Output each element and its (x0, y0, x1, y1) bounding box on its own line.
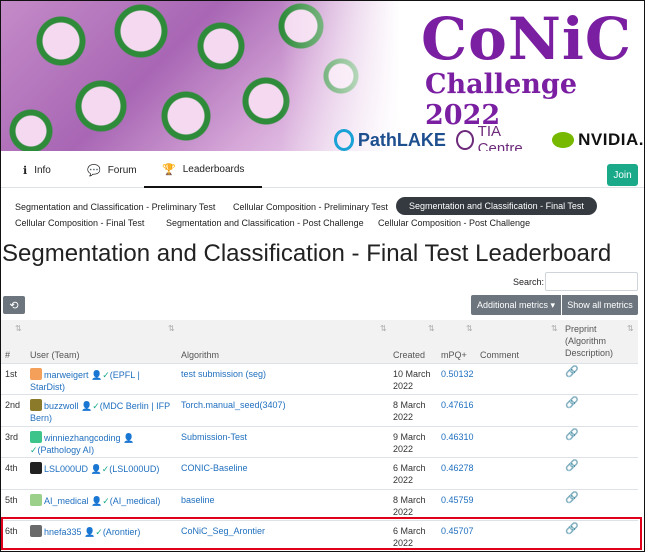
user-cell: winniezhangcoding 👤✓(Pathology AI) (30, 431, 175, 456)
algorithm-link[interactable]: Torch.manual_seed(3407) (181, 399, 286, 411)
sort-icon[interactable]: ⇅ (466, 324, 473, 333)
link-icon[interactable]: 🔗 (565, 366, 579, 378)
info-icon: ℹ (23, 164, 28, 177)
created-cell: 9 March 2022 (393, 432, 426, 454)
table-row: 1st marweigert 👤✓(EPFL | StarDist) test su… (1, 364, 638, 395)
col-user[interactable]: User (Team) (30, 349, 80, 361)
subtab-seg-class-final[interactable]: Segmentation and Classification - Final … (396, 197, 597, 215)
mpq-link[interactable]: 0.47616 (441, 399, 474, 411)
sort-icon[interactable]: ⇅ (380, 324, 387, 333)
tia-logo-icon (455, 130, 474, 150)
highlight-box (1, 517, 642, 550)
rank-cell: 4th (5, 463, 18, 473)
pathlake-logo: PathLAKE (357, 129, 446, 150)
tia-logo: TIA Centre (477, 123, 523, 151)
username-link[interactable]: winniezhangcoding (44, 433, 121, 443)
user-check-icon: 👤✓ (91, 370, 110, 380)
user-cell: buzzwoll 👤✓(MDC Berlin | IFP Bern) (30, 399, 175, 424)
nvidia-logo: NVIDIA. (578, 130, 644, 149)
table-row: 3rd winniezhangcoding 👤✓(Pathology AI) Sub… (1, 427, 638, 458)
user-check-icon: 👤✓ (91, 496, 110, 506)
user-cell: marweigert 👤✓(EPFL | StarDist) (30, 368, 175, 393)
tab-forum[interactable]: 💬 Forum (87, 152, 137, 188)
username-link[interactable]: marweigert (44, 370, 89, 380)
rank-cell: 3rd (5, 432, 19, 442)
subtab-cell-comp-final[interactable]: Cellular Composition - Final Test (2, 214, 157, 232)
mpq-link[interactable]: 0.46278 (441, 462, 474, 474)
sort-icon[interactable]: ⇅ (15, 324, 22, 333)
col-comment[interactable]: Comment (480, 349, 519, 361)
created-cell: 8 March 2022 (393, 495, 426, 517)
sponsor-logos: PathLAKE TIA Centre NVIDIA. (334, 123, 644, 151)
user-cell: LSL000UD 👤✓(LSL000UD) (30, 462, 175, 475)
algorithm-link[interactable]: CONIC-Baseline (181, 462, 248, 474)
challenge-banner: CoNiC Challenge 2022 PathLAKE TIA Centre… (1, 1, 644, 151)
user-check-icon: 👤✓ (81, 401, 100, 411)
sort-icon[interactable]: ⇅ (428, 324, 435, 333)
team-link[interactable]: (LSL000UD) (109, 464, 159, 474)
username-link[interactable]: AI_medical (44, 496, 89, 506)
link-icon[interactable]: 🔗 (565, 429, 579, 441)
mpq-link[interactable]: 0.50132 (441, 368, 474, 380)
algorithm-link[interactable]: Submission-Test (181, 431, 247, 443)
rank-cell: 5th (5, 495, 18, 505)
col-preprint[interactable]: Preprint (Algorithm Description) (565, 323, 631, 359)
table-row: 2nd buzzwoll 👤✓(MDC Berlin | IFP Bern) Tor… (1, 395, 638, 427)
user-avatar (30, 494, 42, 506)
col-rank[interactable]: # (5, 349, 10, 361)
algorithm-link[interactable]: test submission (seg) (181, 368, 266, 380)
table-row: 4th LSL000UD 👤✓(LSL000UD) CONIC-Baseline 6 … (1, 458, 638, 490)
rank-cell: 1st (5, 369, 18, 379)
algorithm-link[interactable]: baseline (181, 494, 215, 506)
comments-icon: 💬 (87, 164, 101, 177)
username-link[interactable]: buzzwoll (44, 401, 79, 411)
trophy-icon: 🏆 (162, 163, 176, 176)
col-created[interactable]: Created (393, 349, 425, 361)
col-algorithm[interactable]: Algorithm (181, 349, 219, 361)
col-mpq[interactable]: mPQ+ (441, 349, 467, 361)
team-link[interactable]: (AI_medical) (110, 496, 161, 506)
sort-icon[interactable]: ⇅ (168, 324, 175, 333)
team-link[interactable]: (Pathology AI) (38, 445, 95, 455)
user-check-icon: 👤✓ (90, 464, 110, 474)
mpq-link[interactable]: 0.46310 (441, 431, 474, 443)
mpq-link[interactable]: 0.45759 (441, 494, 474, 506)
join-button[interactable]: Join (607, 164, 638, 186)
banner-subtitle: Challenge 2022 (425, 69, 577, 131)
created-cell: 10 March 2022 (393, 369, 431, 391)
user-avatar (30, 399, 42, 411)
page-title: Segmentation and Classification - Final … (2, 240, 612, 267)
link-icon[interactable]: 🔗 (565, 460, 579, 472)
user-avatar (30, 368, 42, 380)
link-icon[interactable]: 🔗 (565, 397, 579, 409)
banner-title: CoNiC (421, 5, 633, 73)
subtab-cell-comp-post[interactable]: Cellular Composition - Post Challenge (365, 214, 543, 232)
additional-metrics-dropdown[interactable]: Additional metrics ▾ (471, 295, 561, 315)
nvidia-logo-icon (551, 132, 575, 148)
user-avatar (30, 462, 42, 474)
main-nav-tabs: ℹ Info 💬 Forum 🏆 Leaderboards (1, 152, 644, 188)
link-icon[interactable]: 🔗 (565, 492, 579, 504)
search-label: Search: (513, 277, 545, 287)
user-cell: AI_medical 👤✓(AI_medical) (30, 494, 175, 507)
history-icon: ⟲ (9, 299, 19, 312)
table-header: ⇅ ⇅ ⇅ ⇅ ⇅ ⇅ ⇅ # User (Team) Algorithm Cr… (1, 320, 638, 364)
username-link[interactable]: LSL000UD (44, 464, 88, 474)
pathlake-logo-icon (334, 129, 354, 151)
rank-cell: 2nd (5, 400, 21, 410)
search-input[interactable] (545, 272, 638, 291)
created-cell: 6 March 2022 (393, 463, 426, 485)
show-all-metrics-button[interactable]: Show all metrics (562, 295, 638, 315)
created-cell: 8 March 2022 (393, 400, 426, 422)
tab-leaderboards[interactable]: 🏆 Leaderboards (144, 152, 263, 188)
sort-icon[interactable]: ⇅ (551, 324, 558, 333)
history-button[interactable]: ⟲ (3, 296, 25, 314)
tab-info[interactable]: ℹ Info (23, 152, 51, 188)
subtab-seg-class-post[interactable]: Segmentation and Classification - Post C… (153, 214, 377, 232)
user-avatar (30, 431, 42, 443)
